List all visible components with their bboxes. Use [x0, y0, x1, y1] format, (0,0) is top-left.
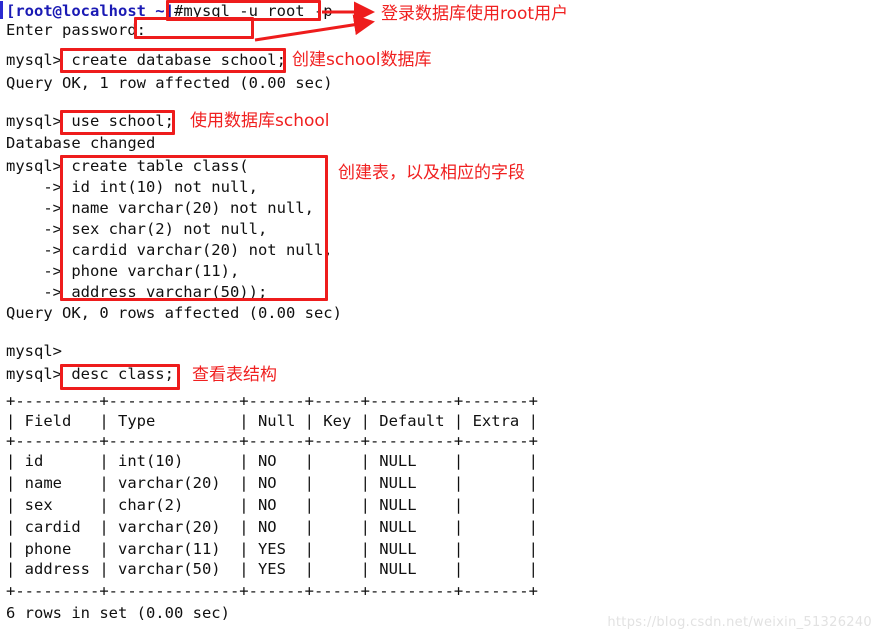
- table-separator: +---------+--------------+------+-----+-…: [6, 392, 538, 410]
- terminal-line: -> phone varchar(11),: [6, 262, 240, 280]
- table-header-row: | Field | Type | Null | Key | Default | …: [6, 412, 538, 430]
- terminal-line: -> sex char(2) not null,: [6, 220, 268, 238]
- table-row: | sex | char(2) | NO | | NULL | |: [6, 496, 538, 514]
- terminal-left-marker: [0, 1, 3, 19]
- table-row: | name | varchar(20) | NO | | NULL | |: [6, 474, 538, 492]
- terminal-line: mysql> use school;: [6, 112, 174, 130]
- terminal-line: -> name varchar(20) not null,: [6, 199, 314, 217]
- terminal-line: Query OK, 0 rows affected (0.00 sec): [6, 304, 342, 322]
- table-separator: +---------+--------------+------+-----+-…: [6, 582, 538, 600]
- shell-prompt: [root@localhost ~]: [6, 2, 174, 20]
- terminal-output: [root@localhost ~]#mysql -u root -p Ente…: [0, 0, 883, 637]
- terminal-line: -> address varchar(50));: [6, 283, 268, 301]
- terminal-line-text: #mysql -u root -p: [173, 2, 333, 20]
- table-row: | cardid | varchar(20) | NO | | NULL | |: [6, 518, 538, 536]
- terminal-line: Database changed: [6, 134, 156, 152]
- terminal-line: Query OK, 1 row affected (0.00 sec): [6, 74, 333, 92]
- csdn-watermark: https://blog.csdn.net/weixin_51326240: [607, 615, 872, 630]
- terminal-line: Enter password:: [6, 21, 146, 39]
- table-row: | id | int(10) | NO | | NULL | |: [6, 452, 538, 470]
- terminal-line: [root@localhost ~]#mysql -u root -p: [6, 2, 333, 21]
- terminal-line: mysql>: [6, 342, 62, 360]
- table-row: | address | varchar(50) | YES | | NULL |…: [6, 560, 538, 578]
- table-row: | phone | varchar(11) | YES | | NULL | |: [6, 540, 538, 558]
- row-count-status: 6 rows in set (0.00 sec): [6, 604, 230, 622]
- terminal-line: mysql> create table class(: [6, 157, 249, 175]
- terminal-line: mysql> create database school;: [6, 51, 286, 69]
- terminal-line: mysql> desc class;: [6, 365, 174, 383]
- table-separator: +---------+--------------+------+-----+-…: [6, 432, 538, 450]
- terminal-line: -> cardid varchar(20) not null,: [6, 241, 333, 259]
- terminal-line: -> id int(10) not null,: [6, 178, 258, 196]
